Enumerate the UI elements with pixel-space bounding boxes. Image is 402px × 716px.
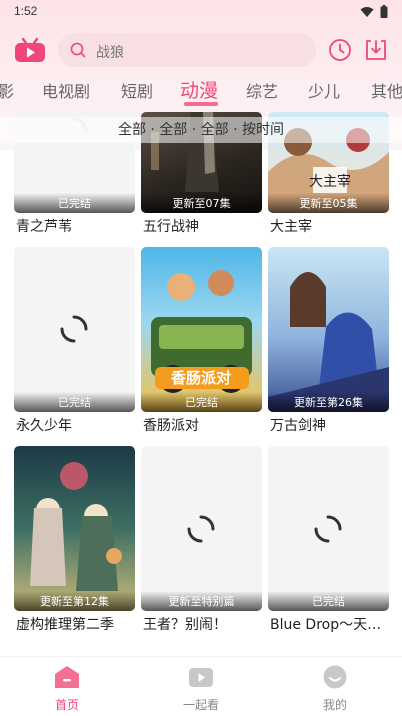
- card-title: 永久少年: [16, 418, 72, 434]
- tab-other[interactable]: 其他: [371, 78, 402, 102]
- loading-spinner-icon: [187, 515, 215, 543]
- active-tab-indicator: [184, 102, 218, 106]
- status-badge: 已完结: [268, 591, 389, 611]
- poster-image: 香肠派对 已完结: [141, 247, 262, 412]
- tab-kids[interactable]: 少儿: [308, 78, 340, 102]
- app-header: 战狼: [0, 32, 402, 68]
- card-title: 青之芦苇: [16, 219, 72, 235]
- card-title: 大主宰: [270, 219, 312, 235]
- nav-profile-label: 我的: [322, 698, 347, 712]
- status-badge: 更新至07集: [141, 193, 262, 213]
- home-icon: [55, 666, 79, 688]
- tab-movie[interactable]: 影: [0, 78, 14, 102]
- bottom-nav: 首页 一起看 我的: [0, 656, 402, 716]
- download-icon[interactable]: [364, 38, 388, 62]
- nav-watch-together[interactable]: 一起看: [161, 665, 241, 713]
- poster-art: [268, 272, 389, 412]
- search-icon: [70, 42, 86, 58]
- card-title: 万古剑神: [270, 418, 326, 434]
- search-bar[interactable]: 战狼: [58, 33, 316, 67]
- svg-text:香肠派对: 香肠派对: [171, 369, 231, 387]
- category-tabs: 影 电视剧 短剧 动漫 综艺 少儿 其他: [0, 78, 402, 108]
- loading-spinner-icon: [60, 315, 88, 343]
- tab-short-drama[interactable]: 短剧: [121, 78, 153, 102]
- status-icons: [360, 5, 388, 18]
- card-title: 香肠派对: [143, 418, 199, 434]
- poster-image: 更新至第26集: [268, 247, 389, 412]
- poster-art: 香肠派对: [151, 270, 252, 393]
- poster-image: 已完结: [268, 446, 389, 611]
- nav-home[interactable]: 首页: [27, 665, 107, 713]
- status-badge: 更新至特别篇: [141, 591, 262, 611]
- svg-text:大主宰: 大主宰: [309, 174, 351, 190]
- card-title: Blue Drop～天…: [270, 617, 382, 633]
- status-bar: 1:52: [0, 0, 402, 24]
- status-badge: 已完结: [141, 392, 262, 412]
- nav-profile[interactable]: 我的: [295, 665, 375, 713]
- tab-variety[interactable]: 综艺: [246, 78, 278, 102]
- card-title: 五行战神: [143, 219, 199, 235]
- search-placeholder: 战狼: [96, 45, 124, 61]
- tab-anime[interactable]: 动漫: [180, 76, 218, 103]
- history-icon[interactable]: [328, 38, 352, 62]
- nav-watch-together-label: 一起看: [182, 698, 219, 712]
- loading-spinner-icon: [314, 515, 342, 543]
- app-logo-icon[interactable]: [14, 37, 46, 63]
- status-badge: 已完结: [14, 392, 135, 412]
- poster-image: 已完结: [14, 247, 135, 412]
- status-badge: 更新至第26集: [268, 392, 389, 412]
- status-badge: 已完结: [14, 193, 135, 213]
- smile-icon: [323, 665, 347, 689]
- status-badge: 更新至05集: [268, 193, 389, 213]
- poster-art: [30, 462, 122, 591]
- card-title: 虚构推理第二季: [16, 617, 114, 633]
- status-time: 1:52: [14, 4, 38, 18]
- play-icon: [189, 668, 213, 687]
- status-badge: 更新至第12集: [14, 591, 135, 611]
- poster-image: 更新至特别篇: [141, 446, 262, 611]
- poster-image: 更新至第12集: [14, 446, 135, 611]
- card-title: 王者？别闹！: [143, 617, 227, 633]
- wifi-icon: [360, 6, 374, 17]
- tab-tv-series[interactable]: 电视剧: [42, 78, 90, 102]
- battery-icon: [380, 5, 388, 18]
- nav-home-label: 首页: [54, 698, 79, 712]
- filter-summary[interactable]: 全部 · 全部 · 全部 · 按时间: [0, 117, 402, 143]
